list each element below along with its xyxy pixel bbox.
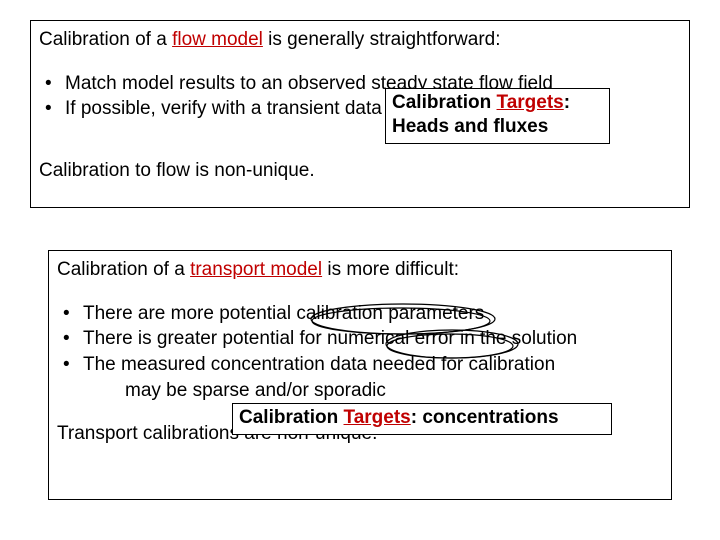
flow-intro-pre: Calibration of a: [39, 29, 172, 50]
flow-targets-word: Targets: [497, 92, 564, 113]
flow-intro-highlight: flow model: [172, 29, 263, 50]
transport-intro-pre: Calibration of a: [57, 259, 190, 280]
transport-targets-tail: concentrations: [417, 407, 558, 428]
transport-targets-callout: Calibration Targets: concentrations: [232, 403, 612, 435]
transport-model-box: Calibration of a transport model is more…: [48, 250, 672, 500]
transport-intro-post: is more difficult:: [322, 259, 459, 280]
flow-targets-callout: Calibration Targets: Heads and fluxes: [385, 88, 610, 144]
flow-targets-plain: Calibration: [392, 92, 497, 113]
transport-targets-word: Targets: [344, 407, 411, 428]
flow-targets-line1: Calibration Targets:: [392, 91, 603, 115]
flow-targets-line2: Heads and fluxes: [392, 115, 603, 139]
transport-targets-plain: Calibration: [239, 407, 344, 428]
flow-intro-post: is generally straightforward:: [263, 29, 501, 50]
transport-bullet-3-cont: may be sparse and/or sporadic: [57, 378, 663, 404]
transport-bullets: There are more potential calibration par…: [57, 301, 663, 378]
flow-targets-colon: :: [564, 92, 570, 113]
transport-intro-highlight: transport model: [190, 259, 322, 280]
flow-intro: Calibration of a flow model is generally…: [39, 27, 681, 53]
transport-bullet-1: There are more potential calibration par…: [57, 301, 663, 327]
transport-bullet-2: There is greater potential for numerical…: [57, 326, 663, 352]
transport-bullet-3: The measured concentration data needed f…: [57, 352, 663, 378]
transport-intro: Calibration of a transport model is more…: [57, 257, 663, 283]
flow-closing: Calibration to flow is non-unique.: [39, 158, 681, 184]
